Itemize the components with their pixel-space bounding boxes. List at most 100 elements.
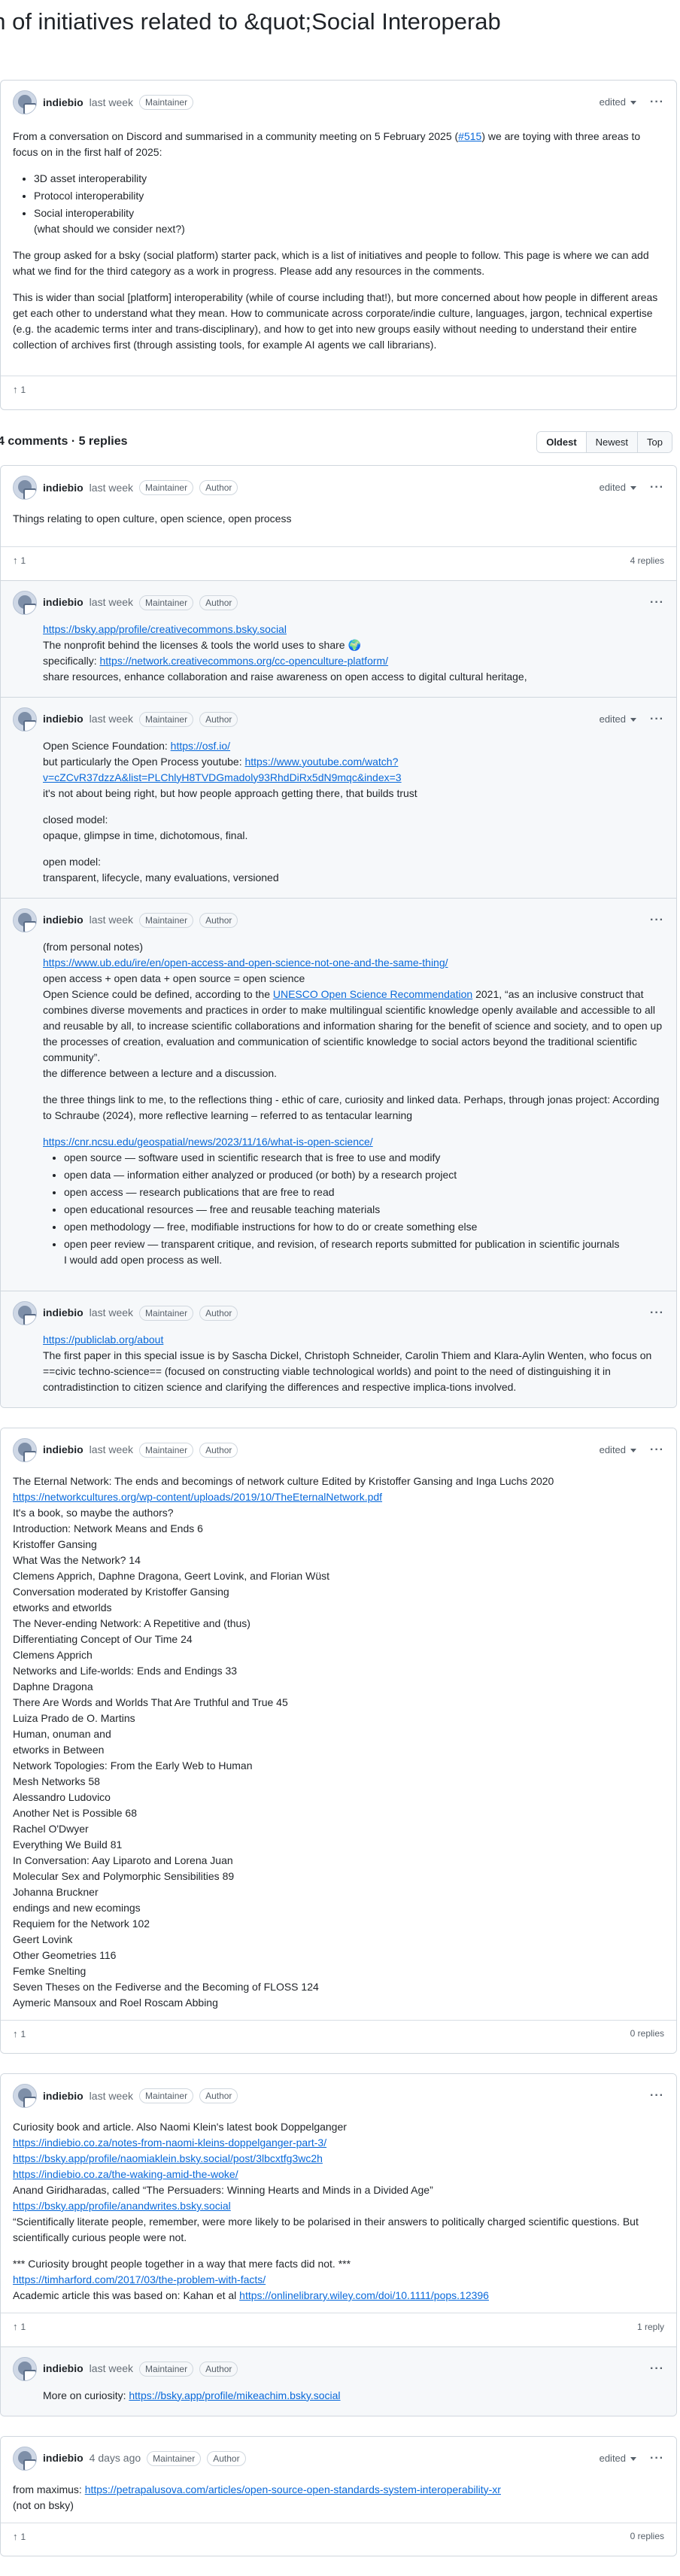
edited-label: edited: [599, 713, 627, 725]
upvote-count: 1: [20, 555, 26, 566]
edited-dropdown[interactable]: edited: [599, 480, 637, 495]
publiclab-link[interactable]: https://publiclab.org/about: [43, 1332, 664, 1348]
avatar[interactable]: [13, 590, 37, 615]
timestamp[interactable]: last week: [90, 95, 133, 111]
bsky-link[interactable]: https://bsky.app/profile/anandwrites.bsk…: [13, 2198, 664, 2214]
edited-dropdown[interactable]: edited: [600, 1443, 637, 1458]
timharford-link[interactable]: https://timharford.com/2017/03/the-probl…: [13, 2272, 664, 2288]
maintainer-badge: Maintainer: [139, 480, 194, 495]
openculture-link[interactable]: https://network.creativecommons.org/cc-o…: [99, 655, 388, 667]
author-badge: Author: [199, 1442, 238, 1458]
reply-text-prefix: More on curiosity:: [43, 2389, 129, 2401]
maintainer-badge: Maintainer: [139, 1442, 194, 1458]
petrapalusova-link[interactable]: https://petrapalusova.com/articles/open-…: [85, 2483, 501, 2495]
bsky-link[interactable]: https://bsky.app/profile/naomiaklein.bsk…: [13, 2151, 664, 2167]
timestamp[interactable]: last week: [90, 480, 133, 496]
more-options-icon[interactable]: ···: [650, 710, 664, 728]
more-options-icon[interactable]: ···: [650, 2360, 664, 2378]
avatar[interactable]: [13, 2084, 37, 2108]
author-name[interactable]: indiebio: [43, 912, 83, 928]
avatar[interactable]: [13, 476, 37, 500]
sort-oldest-button[interactable]: Oldest: [537, 431, 587, 452]
avatar[interactable]: [13, 2446, 37, 2471]
comment-thread: indiebio last week Maintainer Author edi…: [0, 1427, 677, 2054]
more-options-icon[interactable]: ···: [650, 2450, 664, 2468]
timestamp[interactable]: last week: [90, 2361, 133, 2377]
author-name[interactable]: indiebio: [43, 2361, 83, 2377]
edited-dropdown[interactable]: edited: [599, 712, 637, 727]
toc-line: etworks and etworlds: [13, 1601, 112, 1613]
more-options-icon[interactable]: ···: [650, 1304, 664, 1322]
chevron-down-icon: [630, 101, 637, 105]
author-name[interactable]: indiebio: [43, 1305, 83, 1321]
reply-text: transparent, lifecycle, many evaluations…: [43, 871, 279, 884]
toc-line: Kristoffer Gansing: [13, 1537, 97, 1550]
replies-count: 0 replies: [630, 2531, 664, 2542]
timestamp[interactable]: last week: [90, 711, 133, 727]
bsky-link[interactable]: https://bsky.app/profile/mikeachim.bsky.…: [129, 2389, 340, 2401]
comment-thread: indiebio 4 days ago Maintainer Author ed…: [0, 2435, 677, 2556]
author-badge: Author: [199, 2361, 238, 2377]
ncsu-link[interactable]: https://cnr.ncsu.edu/geospatial/news/202…: [43, 1134, 664, 1150]
toc-line: Daphne Dragona: [13, 1680, 93, 1692]
intro-text: From a conversation on Discord and summa…: [13, 130, 459, 142]
timestamp[interactable]: 4 days ago: [90, 2450, 141, 2466]
youtube-link[interactable]: https://www.youtube.com/watch?: [244, 756, 398, 768]
author-name[interactable]: indiebio: [43, 711, 83, 727]
indiebio-link[interactable]: https://indiebio.co.za/the-waking-amid-t…: [13, 2167, 664, 2182]
upvote-button[interactable]: ↑ 1: [13, 2027, 26, 2042]
avatar[interactable]: [13, 908, 37, 932]
sort-newest-button[interactable]: Newest: [586, 431, 639, 452]
list-item: open data — information either analyzed …: [64, 1167, 664, 1183]
author-name[interactable]: indiebio: [43, 1442, 83, 1458]
avatar[interactable]: [13, 1437, 37, 1462]
timestamp[interactable]: last week: [90, 1305, 133, 1321]
author-name[interactable]: indiebio: [43, 95, 83, 111]
author-name[interactable]: indiebio: [43, 480, 83, 496]
author-name[interactable]: indiebio: [43, 2088, 83, 2104]
reply-body: More on curiosity: https://bsky.app/prof…: [1, 2383, 676, 2416]
wiley-link[interactable]: https://onlinelibrary.wiley.com/doi/10.1…: [239, 2289, 489, 2301]
sort-top-button[interactable]: Top: [638, 431, 672, 452]
issue-link[interactable]: #515: [458, 130, 481, 142]
avatar[interactable]: [13, 90, 37, 114]
ub-link[interactable]: https://www.ub.edu/ire/en/open-access-an…: [43, 955, 664, 971]
avatar[interactable]: [13, 707, 37, 731]
more-options-icon[interactable]: ···: [650, 911, 664, 929]
timestamp[interactable]: last week: [90, 595, 133, 610]
more-options-icon[interactable]: ···: [650, 93, 664, 111]
avatar[interactable]: [13, 1300, 37, 1325]
edited-dropdown[interactable]: edited: [600, 95, 637, 110]
upvote-button[interactable]: ↑ 1: [13, 2319, 26, 2334]
more-options-icon[interactable]: ···: [650, 479, 664, 497]
more-options-icon[interactable]: ···: [650, 2087, 664, 2105]
bsky-link[interactable]: https://bsky.app/profile/creativecommons…: [43, 622, 664, 637]
timestamp[interactable]: last week: [90, 1442, 133, 1458]
timestamp[interactable]: last week: [90, 2088, 133, 2104]
edited-dropdown[interactable]: edited: [600, 2451, 637, 2466]
comment-text: from maximus: https://petrapalusova.com/…: [13, 2482, 664, 2498]
timestamp[interactable]: last week: [90, 912, 133, 928]
comment-header: indiebio last week Maintainer Author edi…: [1, 466, 676, 502]
more-options-icon[interactable]: ···: [650, 594, 664, 612]
more-options-icon[interactable]: ···: [650, 1441, 664, 1459]
author-name[interactable]: indiebio: [43, 595, 83, 610]
edited-label: edited: [599, 482, 627, 494]
toc-line: Femke Snelting: [13, 1964, 87, 1977]
unesco-link[interactable]: UNESCO Open Science Recommendation: [273, 988, 472, 1000]
upvote-button[interactable]: ↑ 1: [13, 382, 26, 397]
reply-text: the difference between a lecture and a d…: [43, 1066, 278, 1079]
toc-line: Geert Lovink: [13, 1933, 73, 1945]
osf-link[interactable]: https://osf.io/: [171, 740, 230, 752]
indiebio-link[interactable]: https://indiebio.co.za/notes-from-naomi-…: [13, 2135, 664, 2151]
author-name[interactable]: indiebio: [43, 2450, 83, 2466]
upvote-button[interactable]: ↑ 1: [13, 2529, 26, 2544]
reaction-row: ↑ 1: [1, 376, 676, 409]
upvote-button[interactable]: ↑ 1: [13, 553, 26, 568]
comment-body: Things relating to open culture, open sc…: [1, 502, 676, 540]
avatar[interactable]: [13, 2356, 37, 2381]
networkcultures-link[interactable]: https://networkcultures.org/wp-content/u…: [13, 1489, 664, 1505]
reply-text-prefix: but particularly the Open Process youtub…: [43, 755, 245, 768]
maintainer-badge: Maintainer: [147, 2450, 202, 2466]
youtube-link-cont[interactable]: v=cZCvR37dzzA&list=PLChlyH8TVDGmadoly93R…: [43, 770, 664, 786]
